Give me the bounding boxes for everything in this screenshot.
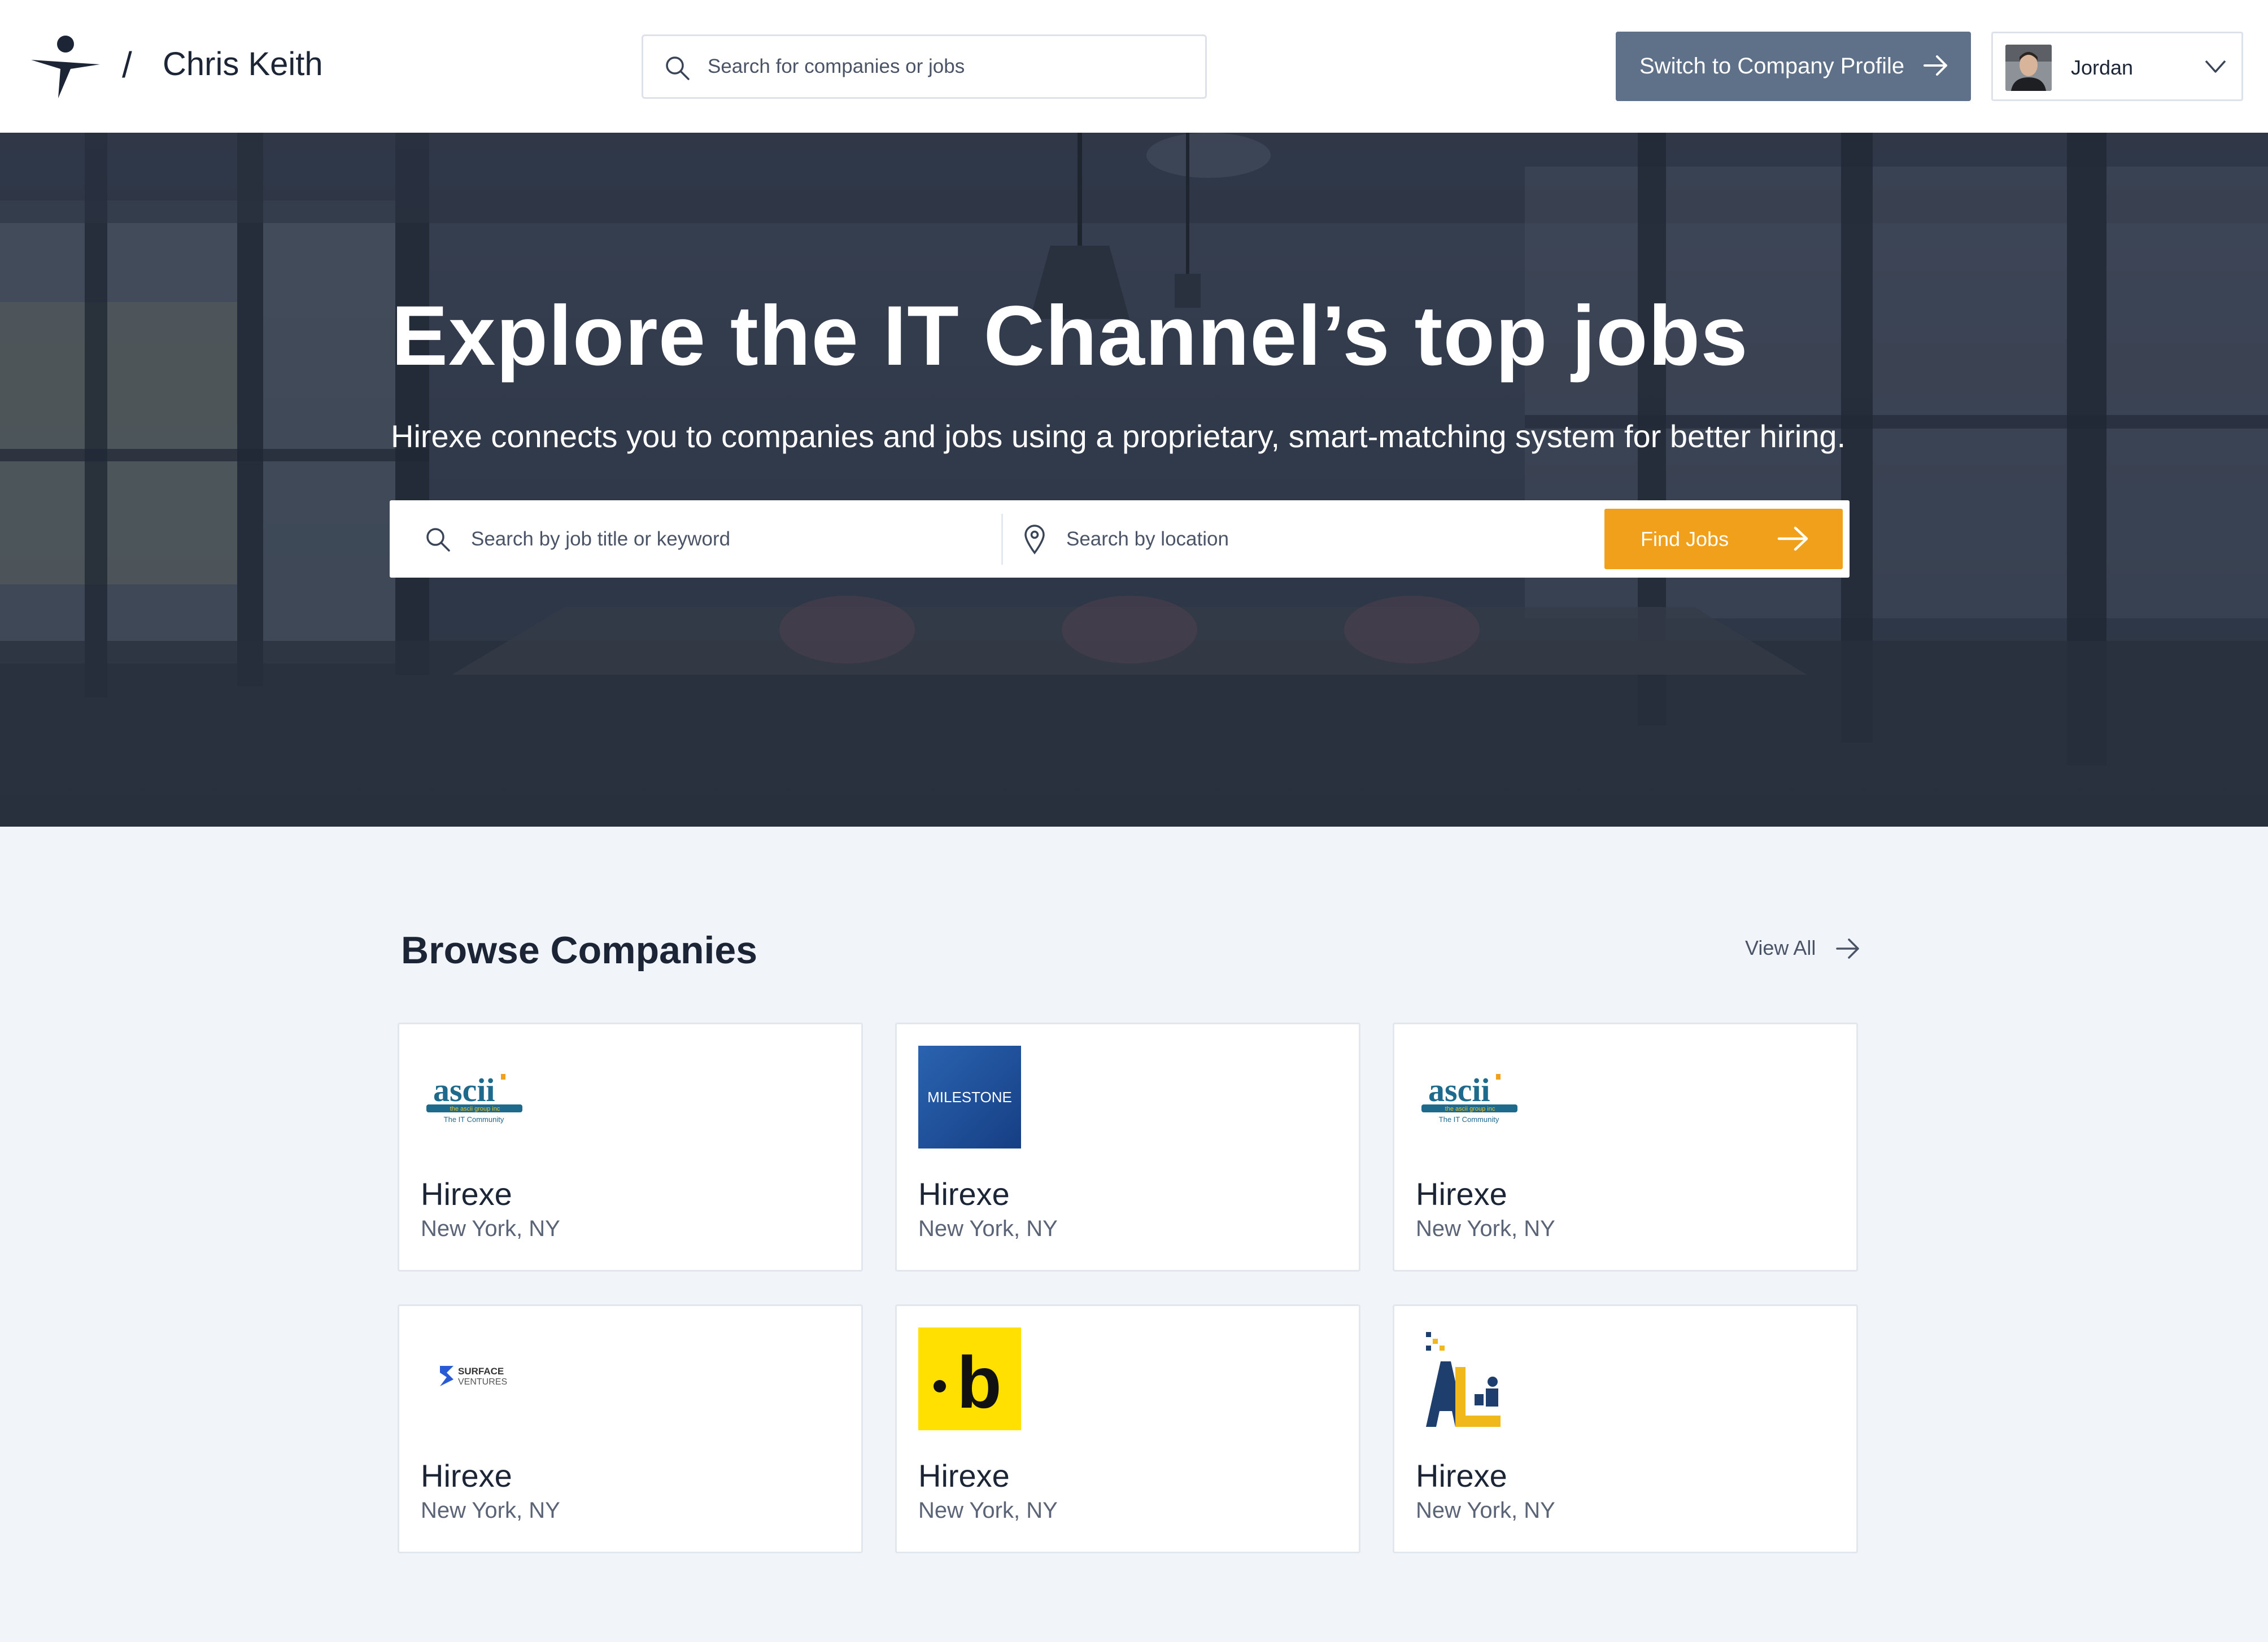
arrow-right-icon [1924,55,1947,76]
chevron-down-icon [2205,60,2226,73]
ascii-logo-text: ascii [1428,1072,1490,1108]
surface-ventures-logo-icon: SURFACE VENTURES [440,1366,507,1387]
breadcrumb-separator: / [122,45,132,85]
surface-logo-subtext: VENTURES [458,1377,507,1387]
hero-title: Explore the IT Channel’s top jobs [391,288,1748,383]
search-divider [1001,514,1003,565]
company-location: New York, NY [918,1498,1058,1523]
company-name: Hirexe [421,1458,512,1493]
milestone-logo-icon: MILESTONE [918,1046,1021,1148]
location-search-input[interactable] [1066,500,1574,578]
keyword-search-input[interactable] [471,500,979,578]
company-card[interactable]: ascii the ascii group inc The IT Communi… [1393,1023,1858,1272]
top-bar: / Chris Keith Switch to Company Profile … [0,0,2268,133]
user-menu-dropdown[interactable]: Jordan [1991,32,2243,101]
company-card[interactable]: ascii the ascii group inc The IT Communi… [398,1023,863,1272]
company-location: New York, NY [421,1216,560,1241]
surface-logo-text: SURFACE [458,1366,504,1377]
top-search-input[interactable] [708,36,1193,97]
arrow-right-icon [1836,938,1859,959]
switch-button-label: Switch to Company Profile [1639,54,1905,78]
ascii-logo-subtext: the ascii group inc [450,1106,500,1112]
view-all-link[interactable]: View All [1745,936,1859,960]
find-jobs-button[interactable]: Find Jobs [1604,509,1843,569]
search-icon [426,528,450,552]
company-name: Hirexe [918,1176,1010,1212]
view-all-label: View All [1745,936,1816,959]
switch-to-company-profile-button[interactable]: Switch to Company Profile [1616,32,1971,101]
company-location: New York, NY [918,1216,1058,1241]
ascii-logo-icon: ascii the ascii group inc The IT Communi… [1421,1072,1517,1124]
company-location: New York, NY [1416,1498,1555,1523]
al-logo-text: AL [1416,1327,1417,1328]
company-card[interactable]: SURFACE VENTURES Hirexe New York, NY [398,1304,863,1553]
company-card[interactable]: b Hirexe New York, NY [895,1304,1360,1553]
find-jobs-label: Find Jobs [1641,527,1729,551]
ascii-logo-tagline: The IT Community [444,1115,504,1124]
al-logo-icon: AL [1416,1327,1501,1427]
ascii-logo-subtext: the ascii group inc [1445,1106,1495,1112]
profile-name: Chris Keith [163,46,323,82]
company-card[interactable]: MILESTONE Hirexe New York, NY [895,1023,1360,1272]
company-name: Hirexe [1416,1176,1507,1212]
avatar [2005,45,2052,91]
company-name: Hirexe [918,1458,1010,1493]
hero-banner: Explore the IT Channel’s top jobs Hirexe… [0,133,2268,827]
milestone-logo-text: MILESTONE [927,1089,1012,1106]
company-card[interactable]: AL Hirexe New York, NY [1393,1304,1858,1553]
ascii-logo-tagline: The IT Community [1439,1115,1499,1124]
ascii-logo-icon: ascii the ascii group inc The IT Communi… [426,1072,522,1124]
browse-companies-title: Browse Companies [401,929,758,972]
user-name: Jordan [2071,56,2134,79]
hero-subtitle: Hirexe connects you to companies and job… [391,418,1846,454]
b-logo-icon: b [918,1327,1021,1430]
company-name: Hirexe [421,1176,512,1212]
company-location: New York, NY [421,1498,560,1523]
office-background-image [0,133,2268,827]
search-icon [666,56,690,80]
job-search-bar: Find Jobs [390,500,1850,578]
company-location: New York, NY [1416,1216,1555,1241]
company-name: Hirexe [1416,1458,1507,1493]
hirexe-logo-icon[interactable] [31,35,100,98]
ascii-logo-text: ascii [433,1072,495,1108]
b-logo-text: b [957,1341,1001,1423]
top-search-box [642,34,1207,99]
arrow-right-icon [1777,526,1808,551]
location-pin-icon [1024,525,1045,554]
